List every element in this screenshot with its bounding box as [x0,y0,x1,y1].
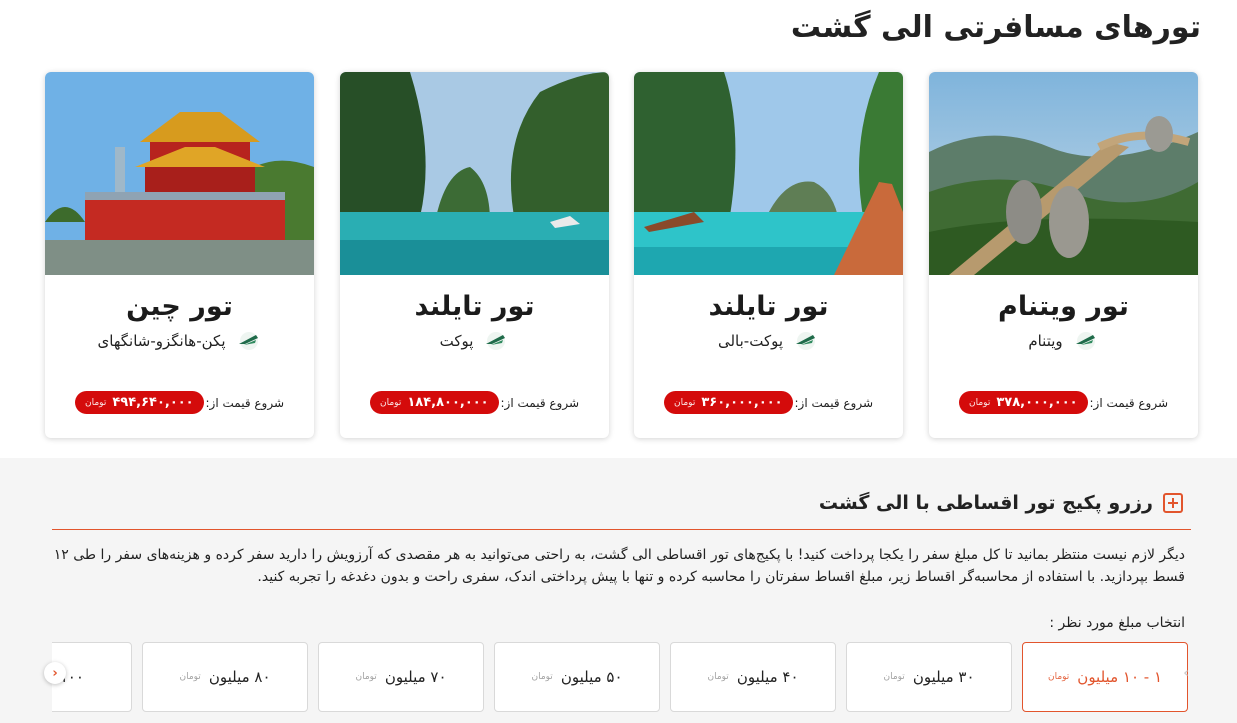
scroll-left-button[interactable]: ‹ [44,662,66,684]
amount-select-label: انتخاب مبلغ مورد نظر : [1049,615,1185,631]
price-value: ۳۷۸,۰۰۰,۰۰۰ [996,395,1078,410]
amount-label: ۳۰ میلیون [912,668,975,686]
tour-cards: تور ویتنام ویتنام شروع قیمت از: ۳۷۸,۰۰۰,… [45,72,1198,438]
tour-image-vietnam [929,72,1198,275]
currency-label: تومان [883,672,905,682]
price-label: شروع قیمت از: [794,395,873,410]
installment-section: رزرو پکیج تور اقساطی با الی گشت دیگر لاز… [0,458,1237,723]
tour-card-vietnam[interactable]: تور ویتنام ویتنام شروع قیمت از: ۳۷۸,۰۰۰,… [929,72,1198,438]
price-badge: ۱۸۴,۸۰۰,۰۰۰ تومان [370,391,499,414]
currency-label: تومان [969,397,991,408]
amount-options: ۱ - ۱۰ میلیون تومان ۳۰ میلیون تومان ۴۰ م… [52,642,1188,712]
amount-label: ۴۰ میلیون [736,668,799,686]
tour-image-thailand-1 [634,72,903,275]
tour-destination: پوکت-بالی [717,332,784,350]
installment-description: دیگر لازم نیست منتظر بمانید تا کل مبلغ س… [53,547,1185,585]
amount-option-1-10m[interactable]: ۱ - ۱۰ میلیون تومان [1022,642,1188,712]
tour-destination: ویتنام [1028,332,1063,350]
tour-destination: پکن-هانگزو-شانگهای [97,332,226,350]
installment-header: رزرو پکیج تور اقساطی با الی گشت [819,492,1183,514]
price-badge: ۳۶۰,۰۰۰,۰۰۰ تومان [664,391,793,414]
tour-title: تور تایلند [414,291,535,322]
price-label: شروع قیمت از: [1089,395,1168,410]
plane-icon [236,332,262,350]
tour-title: تور چین [126,291,233,322]
currency-label: تومان [85,397,107,408]
amount-option-70m[interactable]: ۷۰ میلیون تومان [318,642,484,712]
tour-title: تور تایلند [708,291,829,322]
currency-label: تومان [531,672,553,682]
price-badge: ۴۹۴,۶۴۰,۰۰۰ تومان [75,391,204,414]
tour-card-thailand-1[interactable]: تور تایلند پوکت-بالی شروع قیمت از: ۳۶۰,۰… [634,72,903,438]
currency-label: تومان [179,672,201,682]
currency-label: تومان [380,397,402,408]
currency-label: تومان [707,672,729,682]
price-badge: ۳۷۸,۰۰۰,۰۰۰ تومان [959,391,1088,414]
amount-label: ۱ - ۱۰ میلیون [1077,668,1163,686]
divider [52,529,1191,530]
amount-label: ۷۰ میلیون [384,668,447,686]
section-title: تورهای مسافرتی الی گشت [790,10,1201,45]
currency-label: تومان [355,672,377,682]
chevron-left-icon: ‹ [52,665,58,681]
currency-label: تومان [1047,672,1070,682]
amount-label: ۵۰ میلیون [560,668,623,686]
tour-title: تور ویتنام [998,291,1129,322]
price-label: شروع قیمت از: [500,395,579,410]
amount-label: ۸۰ میلیون [208,668,271,686]
price-value: ۳۶۰,۰۰۰,۰۰۰ [701,395,783,410]
tour-card-china[interactable]: تور چین پکن-هانگزو-شانگهای شروع قیمت از:… [45,72,314,438]
plane-icon [793,332,819,350]
amount-option-30m[interactable]: ۳۰ میلیون تومان [846,642,1012,712]
tour-card-thailand-2[interactable]: تور تایلند پوکت شروع قیمت از: ۱۸۴,۸۰۰,۰۰… [340,72,609,438]
installment-heading: رزرو پکیج تور اقساطی با الی گشت [818,492,1153,514]
amount-option-50m[interactable]: ۵۰ میلیون تومان [494,642,660,712]
chevron-right-icon: › [1183,665,1189,681]
tour-destination: پوکت [439,332,474,350]
plane-icon [1073,332,1099,350]
amount-option-40m[interactable]: ۴۰ میلیون تومان [670,642,836,712]
price-value: ۴۹۴,۶۴۰,۰۰۰ [112,395,194,410]
scroll-right-button[interactable]: › [1175,662,1197,684]
calculator-icon [1163,493,1183,513]
tour-image-china [45,72,314,275]
price-label: شروع قیمت از: [205,395,284,410]
plane-icon [483,332,509,350]
price-value: ۱۸۴,۸۰۰,۰۰۰ [407,395,489,410]
tour-image-thailand-2 [340,72,609,275]
amount-option-80m[interactable]: ۸۰ میلیون تومان [142,642,308,712]
currency-label: تومان [674,397,696,408]
